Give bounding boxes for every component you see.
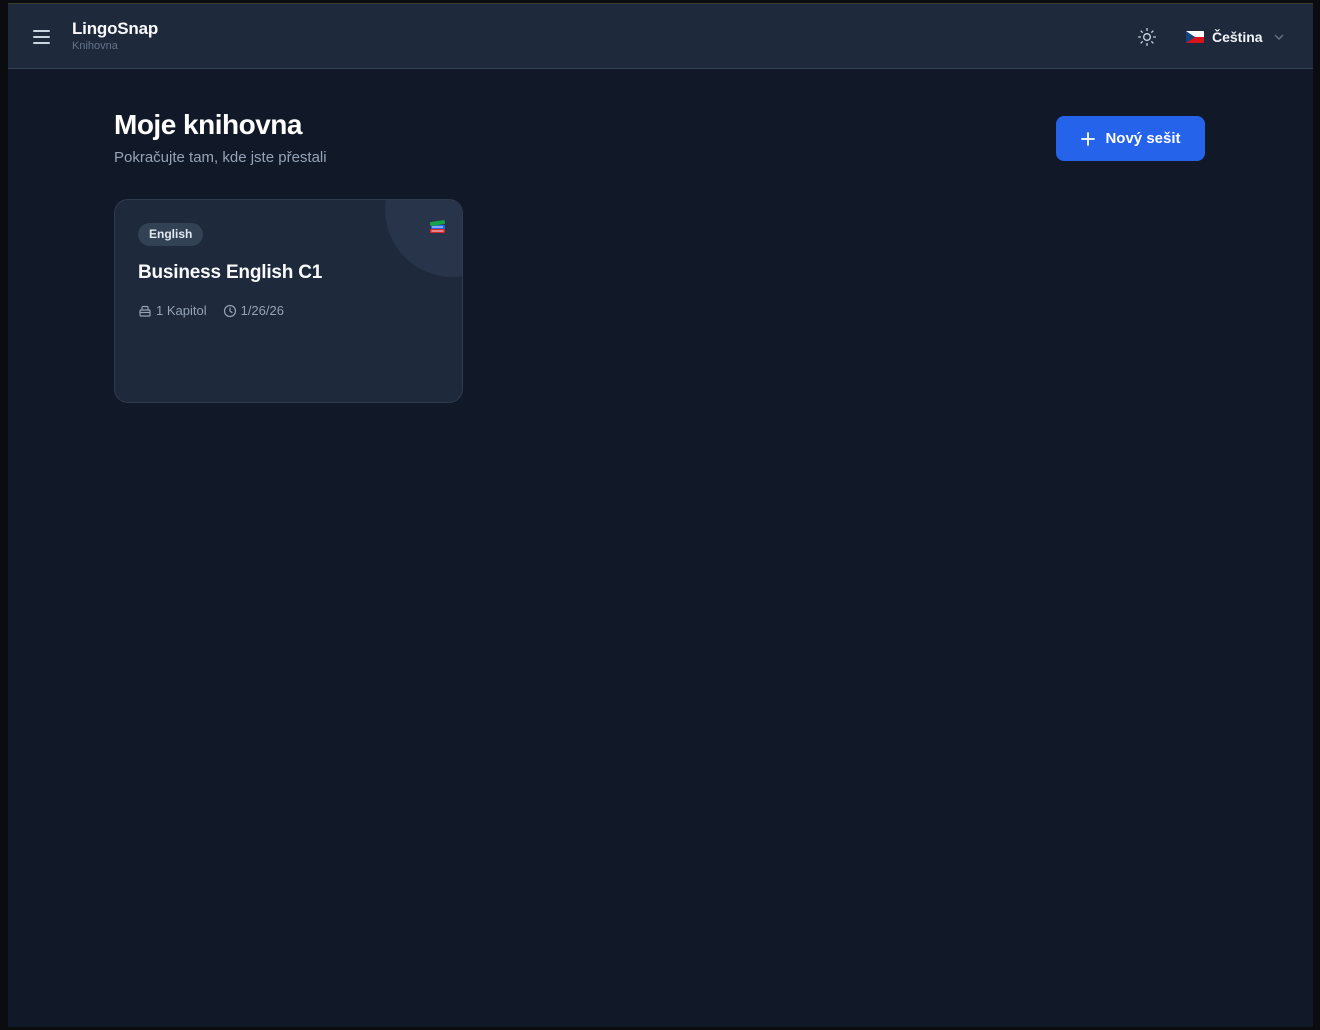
- language-selector[interactable]: Čeština: [1186, 25, 1285, 49]
- notebook-card[interactable]: English Business English C1 1 Kapitol 1/…: [114, 199, 463, 403]
- clock-icon: [223, 304, 236, 317]
- card-corner-decoration: [385, 200, 462, 277]
- chapters-info: 1 Kapitol: [138, 303, 207, 318]
- plus-icon: [1081, 131, 1096, 146]
- page-title: Moje knihovna: [114, 109, 302, 140]
- app-window: LingoSnap Knihovna Čeština Moje knihovna…: [8, 3, 1313, 1027]
- language-tag: English: [138, 223, 204, 246]
- sun-icon: [1138, 28, 1156, 46]
- section-name: Knihovna: [72, 40, 118, 52]
- app-name: LingoSnap: [72, 19, 159, 38]
- language-label: Čeština: [1212, 29, 1263, 45]
- notebook-date: 1/26/26: [240, 303, 284, 318]
- date-info: 1/26/26: [223, 303, 284, 318]
- new-notebook-label: Nový sešit: [1105, 130, 1181, 147]
- czech-flag-icon: [1186, 31, 1204, 43]
- notebook-title: Business English C1: [138, 262, 323, 283]
- chapters-icon: [139, 305, 151, 317]
- brand: LingoSnap Knihovna: [72, 19, 158, 52]
- chapters-count: 1 Kapitol: [156, 303, 207, 318]
- new-notebook-button[interactable]: Nový sešit: [1056, 116, 1205, 161]
- chevron-down-icon: [1274, 34, 1283, 40]
- hamburger-menu-icon[interactable]: [28, 24, 54, 50]
- notebook-meta: 1 Kapitol 1/26/26: [138, 303, 300, 318]
- page-subtitle: Pokračujte tam, kde jste přestali: [114, 149, 327, 166]
- books-icon: [428, 216, 448, 241]
- theme-toggle-button[interactable]: [1135, 25, 1159, 49]
- top-bar: LingoSnap Knihovna Čeština: [8, 4, 1313, 69]
